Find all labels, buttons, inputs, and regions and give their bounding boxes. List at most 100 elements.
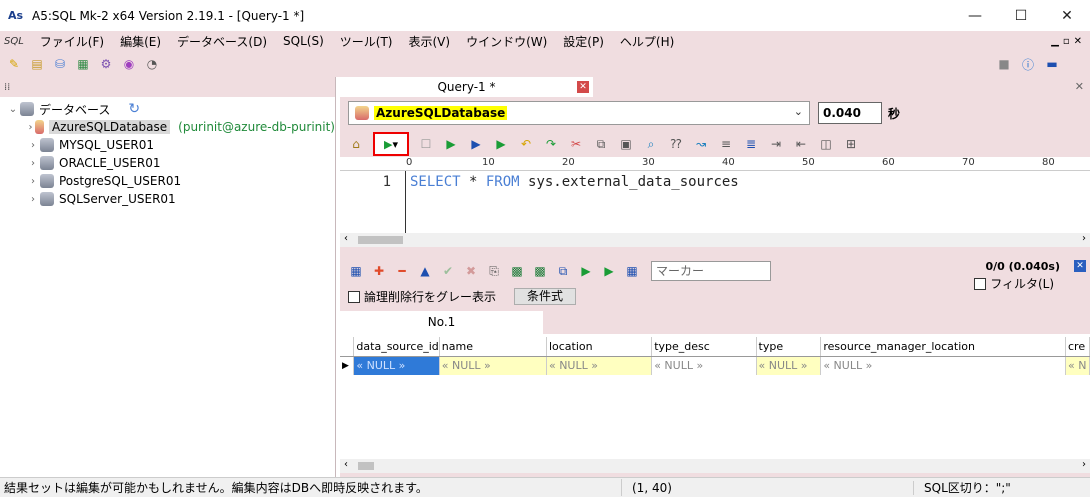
remove-row-icon[interactable]: ━ [394, 263, 410, 279]
close-grid-icon[interactable]: ✕ [1074, 260, 1086, 272]
mdi-restore-button[interactable]: ▫ [1063, 36, 1070, 47]
explain-grid-icon[interactable]: ▶ [601, 263, 617, 279]
copy-grid-icon[interactable]: ⧉ [555, 263, 571, 279]
condition-button[interactable]: 条件式 [514, 288, 577, 305]
column-header[interactable]: data_source_id [353, 337, 440, 357]
minimize-button[interactable]: — [952, 0, 998, 31]
scroll-left-icon[interactable]: ‹ [344, 233, 348, 244]
broom-icon[interactable]: ⌂ [348, 136, 364, 152]
csv-icon[interactable]: ▶ [468, 136, 484, 152]
tree-item-azuresqldatabase[interactable]: › AzureSQLDatabase (purinit@azure-db-pur… [0, 118, 335, 136]
soft-delete-checkbox[interactable] [348, 290, 360, 303]
cut-icon[interactable]: ✂ [568, 136, 584, 152]
wrap-icon[interactable]: ≣ [743, 136, 759, 152]
table-cell[interactable]: « NULL » [439, 356, 547, 375]
menu-database[interactable]: データベース(D) [169, 33, 275, 50]
clock-icon[interactable]: ◔ [144, 56, 160, 72]
find-icon[interactable]: ⌕ [643, 136, 659, 152]
maximize-button[interactable]: ☐ [998, 0, 1044, 31]
run-button[interactable]: ▶ ▾ [373, 132, 409, 156]
scroll-right-icon[interactable]: › [1082, 459, 1086, 470]
column-header[interactable]: name [439, 337, 547, 357]
new-file-icon[interactable]: ✎ [6, 56, 22, 72]
redo-icon[interactable]: ↷ [543, 136, 559, 152]
close-button[interactable]: ✕ [1044, 0, 1090, 31]
chevron-down-icon[interactable]: ⌄ [6, 104, 20, 115]
connection-select[interactable]: AzureSQLDatabase ⌄ [348, 101, 810, 125]
scroll-left-icon[interactable]: ‹ [344, 459, 348, 470]
run-grid-icon[interactable]: ▶ [578, 263, 594, 279]
close-panel-icon[interactable]: ✕ [1075, 80, 1084, 93]
table-cell[interactable]: « NULL » [546, 356, 653, 375]
menu-window[interactable]: ウインドウ(W) [458, 33, 555, 50]
menu-settings[interactable]: 設定(P) [555, 33, 612, 50]
scroll-right-icon[interactable]: › [1082, 233, 1086, 244]
sql-editor[interactable]: 1 SELECT * FROM sys.external_data_source… [340, 171, 1090, 233]
align-icon[interactable]: ≡ [718, 136, 734, 152]
table-icon[interactable]: ▦ [75, 56, 91, 72]
calendar-icon[interactable]: ▦ [348, 263, 364, 279]
chevron-down-icon[interactable]: ⌄ [794, 105, 803, 118]
stop-icon[interactable]: ☐ [418, 136, 434, 152]
grid-hscrollbar[interactable]: ‹ › [340, 459, 1090, 473]
tab-result-1[interactable]: No.1 [340, 311, 543, 334]
database-icon[interactable]: ⛁ [52, 56, 68, 72]
move-up-icon[interactable]: ▲ [417, 263, 433, 279]
menu-help[interactable]: ヘルプ(H) [612, 33, 682, 50]
replace-icon[interactable]: ⁇ [668, 136, 684, 152]
excel-icon[interactable]: ▩ [509, 263, 525, 279]
format-icon[interactable]: ↝ [693, 136, 709, 152]
column-header[interactable]: type_desc [651, 337, 757, 357]
mdi-close-button[interactable]: ✕ [1074, 36, 1082, 47]
mdi-minimize-button[interactable]: ▁ [1051, 36, 1059, 47]
menu-view[interactable]: 表示(V) [400, 33, 458, 50]
tree-view-icon[interactable]: ⊞ [843, 136, 859, 152]
copy-icon[interactable]: ⧉ [593, 136, 609, 152]
grid-view-icon[interactable]: ▦ [624, 263, 640, 279]
run-ab-icon[interactable]: ▶ [443, 136, 459, 152]
help-icon[interactable]: ⓘ [1020, 56, 1036, 72]
tree-item-mysql[interactable]: › MYSQL_USER01 [0, 136, 335, 154]
tree-item-postgresql[interactable]: › PostgreSQL_USER01 [0, 172, 335, 190]
refresh-icon[interactable]: ↻ [128, 101, 140, 117]
editor-hscrollbar[interactable]: ‹ › [340, 233, 1090, 247]
open-folder-icon[interactable]: ▤ [29, 56, 45, 72]
paste-icon[interactable]: ▣ [618, 136, 634, 152]
plugin-icon[interactable]: ◉ [121, 56, 137, 72]
menu-file[interactable]: ファイル(F) [32, 33, 112, 50]
marker-input[interactable]: マーカー [651, 261, 771, 281]
filter-checkbox[interactable] [974, 277, 987, 290]
table-cell[interactable]: « N [1065, 356, 1090, 375]
scroll-thumb[interactable] [358, 462, 374, 470]
close-tab-icon[interactable]: ✕ [577, 81, 589, 93]
table-cell[interactable]: « NULL » [756, 356, 822, 375]
chevron-right-icon[interactable]: › [26, 194, 40, 205]
tree-item-oracle[interactable]: › ORACLE_USER01 [0, 154, 335, 172]
menu-tools[interactable]: ツール(T) [332, 33, 401, 50]
stop-icon[interactable]: ■ [996, 56, 1012, 72]
table-row[interactable]: ▶ « NULL » « NULL » « NULL » « NULL » « … [340, 356, 1090, 375]
sql-code[interactable]: SELECT * FROM sys.external_data_sources [410, 174, 739, 190]
column-header[interactable]: type [756, 337, 822, 357]
chevron-right-icon[interactable]: › [26, 176, 40, 187]
chevron-right-icon[interactable]: › [26, 122, 35, 133]
menu-edit[interactable]: 編集(E) [112, 33, 169, 50]
indent-icon[interactable]: ⇥ [768, 136, 784, 152]
scroll-thumb[interactable] [358, 236, 403, 244]
compare-icon[interactable]: ◫ [818, 136, 834, 152]
cancel-icon[interactable]: ✖ [463, 263, 479, 279]
tree-root[interactable]: ⌄ データベース ↻ [0, 100, 335, 118]
commit-icon[interactable]: ✔ [440, 263, 456, 279]
table-cell[interactable]: « NULL » [353, 356, 440, 375]
column-header[interactable]: location [546, 337, 653, 357]
column-header[interactable]: cre [1065, 337, 1090, 357]
outdent-icon[interactable]: ⇤ [793, 136, 809, 152]
chevron-right-icon[interactable]: › [26, 158, 40, 169]
export-icon[interactable]: ⎘ [486, 263, 502, 279]
table-cell[interactable]: « NULL » [820, 356, 1066, 375]
explain-icon[interactable]: ▶ [493, 136, 509, 152]
layout-icon[interactable]: ▬ [1044, 56, 1060, 72]
table-cell[interactable]: « NULL » [651, 356, 757, 375]
undo-icon[interactable]: ↶ [518, 136, 534, 152]
column-header[interactable]: resource_manager_location [820, 337, 1066, 357]
